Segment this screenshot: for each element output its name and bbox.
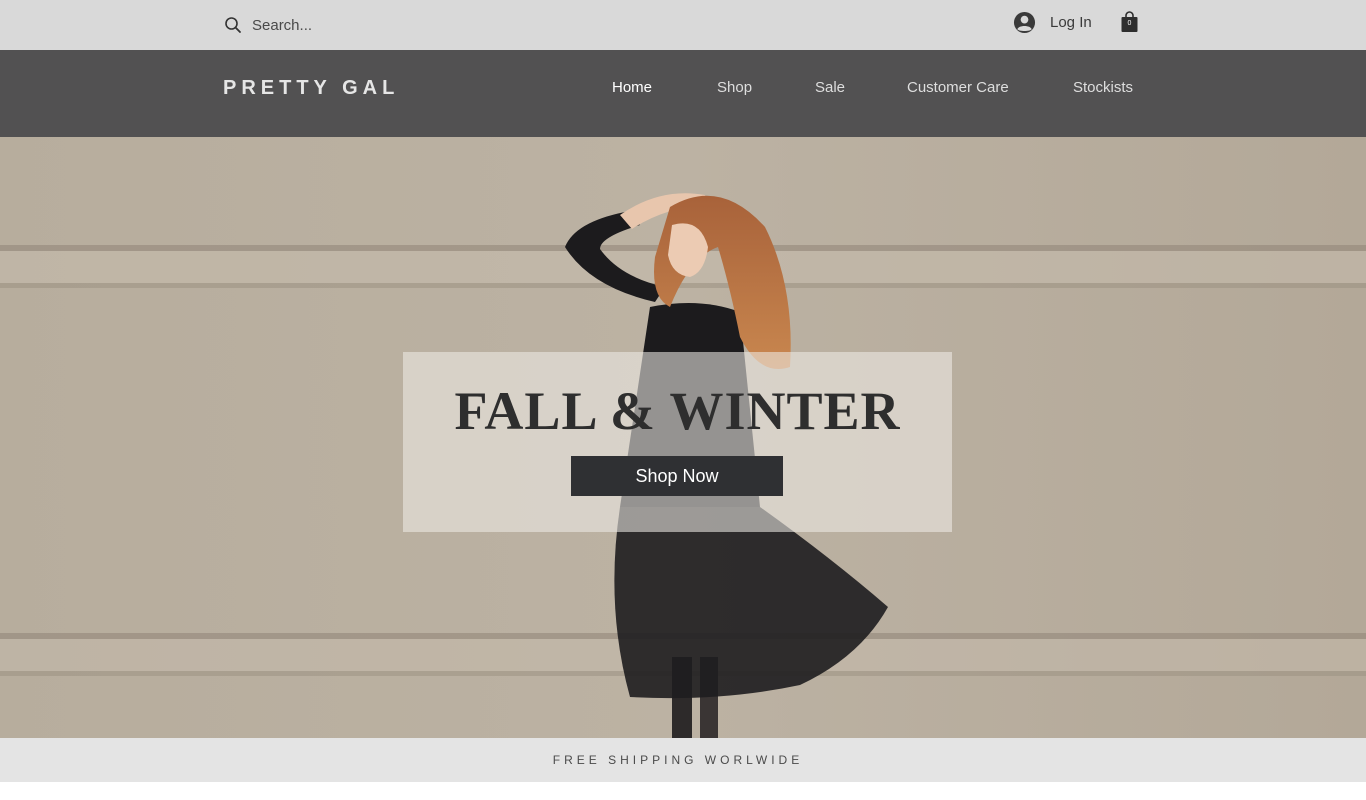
- nav-item-sale[interactable]: Sale: [815, 79, 845, 96]
- top-utility-bar: Log In 0: [0, 0, 1366, 50]
- site-header: PRETTY GAL Home Shop Sale Customer Care …: [0, 50, 1366, 137]
- user-avatar-icon: [1013, 11, 1036, 33]
- site-logo[interactable]: PRETTY GAL: [223, 77, 399, 100]
- hero-overlay-box: FALL & WINTER Shop Now: [403, 352, 952, 532]
- search-input[interactable]: [252, 16, 452, 34]
- hero-banner: FALL & WINTER Shop Now: [0, 137, 1366, 738]
- hero-title: FALL & WINTER: [454, 381, 901, 441]
- login-label: Log In: [1050, 13, 1092, 31]
- nav-item-customer-care[interactable]: Customer Care: [907, 79, 1009, 96]
- search-icon[interactable]: [224, 16, 242, 34]
- shop-now-button[interactable]: Shop Now: [571, 456, 783, 496]
- shipping-banner: FREE SHIPPING WORLWIDE: [0, 738, 1366, 782]
- nav-item-stockists[interactable]: Stockists: [1073, 79, 1133, 96]
- shipping-banner-text: FREE SHIPPING WORLWIDE: [552, 753, 804, 767]
- cart-count: 0: [1127, 20, 1132, 27]
- cart-button[interactable]: 0: [1120, 11, 1139, 33]
- search-box[interactable]: [224, 14, 452, 36]
- nav-item-home[interactable]: Home: [612, 79, 652, 96]
- login-button[interactable]: Log In: [1013, 10, 1092, 34]
- nav-item-shop[interactable]: Shop: [717, 79, 752, 96]
